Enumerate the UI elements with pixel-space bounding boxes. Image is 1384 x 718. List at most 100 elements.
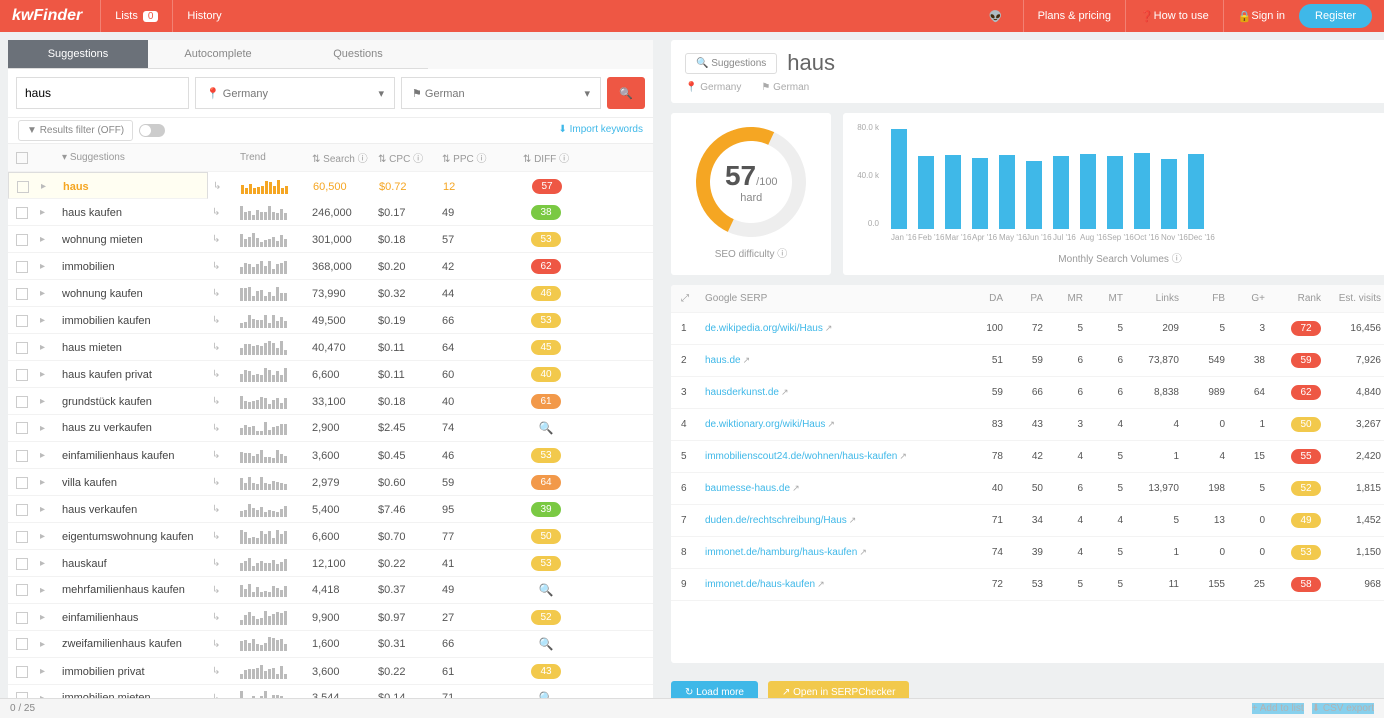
menu-icon[interactable]: ↳ — [212, 207, 240, 218]
row-checkbox[interactable] — [16, 612, 28, 624]
menu-icon[interactable]: ↳ — [212, 585, 240, 596]
menu-icon[interactable]: ↳ — [212, 261, 240, 272]
serp-link[interactable]: baumesse-haus.de — [705, 483, 790, 494]
expand-icon[interactable]: ▸ — [40, 369, 62, 380]
menu-icon[interactable]: ↳ — [212, 342, 240, 353]
results-filter-button[interactable]: ▼ Results filter (OFF) — [18, 120, 133, 141]
location-select[interactable]: 📍 Germany▾ — [195, 77, 395, 109]
search-button[interactable]: 🔍 — [607, 77, 645, 109]
tab-questions[interactable]: Questions — [288, 40, 428, 69]
expand-icon[interactable]: ▸ — [40, 585, 62, 596]
expand-icon[interactable]: ▸ — [40, 666, 62, 677]
table-row[interactable]: ▸haus kaufen privat↳6,600$0.116040 — [8, 361, 653, 388]
menu-icon[interactable]: ↳ — [213, 181, 241, 192]
row-checkbox[interactable] — [16, 558, 28, 570]
row-checkbox[interactable] — [16, 450, 28, 462]
table-row[interactable]: ▸haus mieten↳40,470$0.116445 — [8, 334, 653, 361]
serp-link[interactable]: immonet.de/haus-kaufen — [705, 579, 815, 590]
expand-icon[interactable]: ⤢ — [681, 293, 705, 304]
menu-icon[interactable]: ↳ — [212, 612, 240, 623]
table-row[interactable]: ▸eigentumswohnung kaufen↳6,600$0.707750 — [8, 523, 653, 550]
row-checkbox[interactable] — [16, 288, 28, 300]
expand-icon[interactable]: ▸ — [40, 639, 62, 650]
select-all-checkbox[interactable] — [16, 152, 28, 164]
table-row[interactable]: ▸immobilien kaufen↳49,500$0.196653 — [8, 307, 653, 334]
external-icon[interactable]: ↗ — [825, 323, 833, 333]
external-icon[interactable]: ↗ — [817, 579, 825, 589]
table-row[interactable]: ▸immobilien privat↳3,600$0.226143 — [8, 658, 653, 685]
row-checkbox[interactable] — [16, 584, 28, 596]
expand-icon[interactable]: ▸ — [40, 612, 62, 623]
col-trend[interactable]: Trend — [240, 152, 312, 163]
serp-link[interactable]: haus.de — [705, 355, 741, 366]
register-button[interactable]: Register — [1299, 4, 1372, 28]
table-row[interactable]: ▸mehrfamilienhaus kaufen↳4,418$0.3749🔍 — [8, 577, 653, 604]
menu-icon[interactable]: ↳ — [212, 666, 240, 677]
serp-link[interactable]: hausderkunst.de — [705, 387, 779, 398]
expand-icon[interactable]: ▸ — [40, 477, 62, 488]
row-checkbox[interactable] — [16, 666, 28, 678]
menu-icon[interactable]: ↳ — [212, 450, 240, 461]
expand-icon[interactable]: ▸ — [40, 315, 62, 326]
menu-icon[interactable]: ↳ — [212, 396, 240, 407]
menu-icon[interactable]: ↳ — [212, 234, 240, 245]
expand-icon[interactable]: ▸ — [40, 234, 62, 245]
keyword-input[interactable] — [16, 77, 189, 109]
external-icon[interactable]: ↗ — [792, 483, 800, 493]
expand-icon[interactable]: ▸ — [40, 396, 62, 407]
table-row[interactable]: ▸zweifamilienhaus kaufen↳1,600$0.3166🔍 — [8, 631, 653, 658]
expand-icon[interactable]: ▸ — [40, 207, 62, 218]
serp-link[interactable]: immobilienscout24.de/wohnen/haus-kaufen — [705, 451, 897, 462]
nav-history[interactable]: History — [172, 0, 235, 32]
nav-plans[interactable]: Plans & pricing — [1023, 0, 1125, 32]
expand-icon[interactable]: ▸ — [40, 342, 62, 353]
alien-icon[interactable]: 👽 — [989, 10, 1003, 23]
table-row[interactable]: ▸haus kaufen↳246,000$0.174938 — [8, 199, 653, 226]
row-checkbox[interactable] — [16, 207, 28, 219]
serp-link[interactable]: immonet.de/hamburg/haus-kaufen — [705, 547, 857, 558]
expand-icon[interactable]: ▸ — [40, 261, 62, 272]
nav-signin[interactable]: 🔒 Sign in — [1223, 0, 1299, 32]
table-row[interactable]: ▸haus↳60,500$0.721257 — [8, 172, 208, 199]
csv-export-button[interactable]: ⬇ CSV export — [1312, 703, 1374, 714]
row-checkbox[interactable] — [16, 315, 28, 327]
menu-icon[interactable]: ↳ — [212, 558, 240, 569]
table-row[interactable]: ▸wohnung mieten↳301,000$0.185753 — [8, 226, 653, 253]
filter-toggle[interactable] — [139, 124, 165, 137]
table-row[interactable]: ▸immobilien↳368,000$0.204262 — [8, 253, 653, 280]
menu-icon[interactable]: ↳ — [212, 639, 240, 650]
menu-icon[interactable]: ↳ — [212, 315, 240, 326]
row-checkbox[interactable] — [16, 396, 28, 408]
menu-icon[interactable]: ↳ — [212, 531, 240, 542]
row-checkbox[interactable] — [16, 261, 28, 273]
table-row[interactable]: ▸hauskauf↳12,100$0.224153 — [8, 550, 653, 577]
suggestions-chip[interactable]: 🔍 Suggestions — [685, 53, 777, 74]
row-checkbox[interactable] — [16, 369, 28, 381]
row-checkbox[interactable] — [16, 342, 28, 354]
external-icon[interactable]: ↗ — [781, 387, 789, 397]
expand-icon[interactable]: ▸ — [40, 504, 62, 515]
menu-icon[interactable]: ↳ — [212, 477, 240, 488]
row-checkbox[interactable] — [16, 638, 28, 650]
add-to-list-button[interactable]: + Add to list — [1252, 703, 1304, 714]
nav-howto[interactable]: ❓ How to use — [1125, 0, 1223, 32]
expand-icon[interactable]: ▸ — [40, 450, 62, 461]
row-checkbox[interactable] — [16, 504, 28, 516]
expand-icon[interactable]: ▸ — [41, 181, 63, 192]
expand-icon[interactable]: ▸ — [40, 558, 62, 569]
expand-icon[interactable]: ▸ — [40, 531, 62, 542]
row-checkbox[interactable] — [16, 422, 28, 434]
menu-icon[interactable]: ↳ — [212, 504, 240, 515]
expand-icon[interactable]: ▸ — [40, 423, 62, 434]
nav-lists[interactable]: Lists0 — [100, 0, 172, 32]
row-checkbox[interactable] — [16, 234, 28, 246]
external-icon[interactable]: ↗ — [827, 419, 835, 429]
import-keywords-link[interactable]: ⬇ Import keywords — [558, 124, 643, 137]
row-checkbox[interactable] — [16, 531, 28, 543]
menu-icon[interactable]: ↳ — [212, 288, 240, 299]
serp-link[interactable]: duden.de/rechtschreibung/Haus — [705, 515, 847, 526]
menu-icon[interactable]: ↳ — [212, 369, 240, 380]
col-diff[interactable]: ⇅ DIFF ⓘ — [506, 150, 586, 165]
col-ppc[interactable]: ⇅ PPC ⓘ — [442, 150, 506, 165]
row-checkbox[interactable] — [16, 477, 28, 489]
